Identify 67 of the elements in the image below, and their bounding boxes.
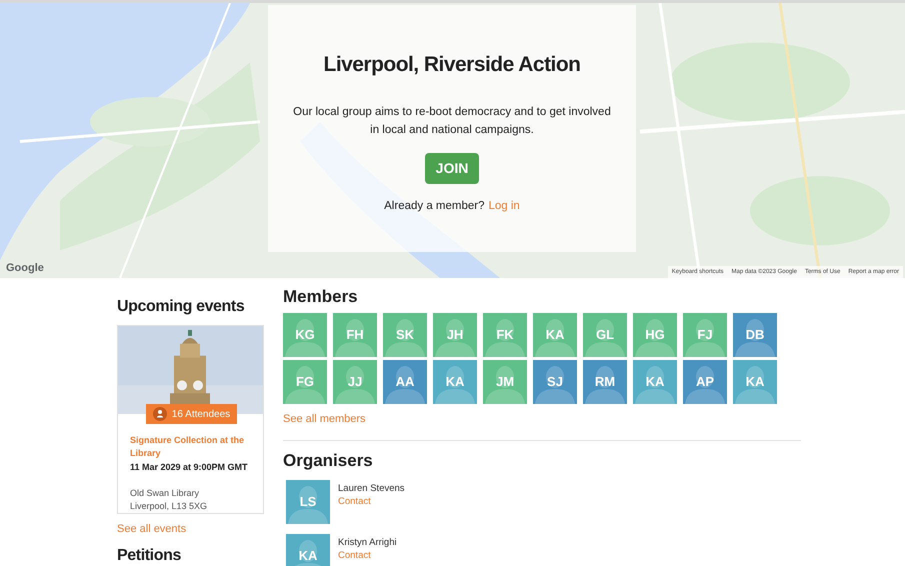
login-link[interactable]: Log in	[488, 198, 520, 215]
avatar-initials: JH	[446, 326, 464, 344]
member-avatar[interactable]: AA	[383, 360, 427, 404]
group-description: Our local group aims to re-boot democracy and to get involved in local and national campaigns.	[292, 104, 612, 138]
member-avatar[interactable]: KA	[286, 534, 330, 566]
member-avatar[interactable]: LS	[286, 480, 330, 524]
member-avatar[interactable]: JJ	[333, 360, 377, 404]
see-all-events-link[interactable]: See all events	[117, 521, 264, 538]
avatar-initials: LS	[300, 492, 316, 511]
section-heading: Organisers	[283, 450, 374, 472]
member-avatar[interactable]: DB	[733, 313, 777, 357]
member-avatar[interactable]: FH	[333, 313, 377, 357]
section-heading: Upcoming events	[117, 297, 246, 317]
avatar-initials: AP	[696, 373, 714, 392]
member-avatar[interactable]: GL	[583, 313, 627, 357]
person-icon	[152, 407, 167, 421]
avatar-initials: FG	[296, 373, 314, 392]
member-avatar[interactable]: AP	[683, 360, 727, 404]
member-avatar[interactable]: FG	[283, 360, 327, 404]
avatar-initials: HG	[645, 326, 665, 344]
see-all-members-link[interactable]: See all members	[283, 411, 801, 428]
avatar-initials: KA	[546, 326, 564, 344]
member-avatar[interactable]: FK	[483, 313, 527, 357]
attendees-count: 16 Attendees	[172, 408, 230, 422]
member-avatar[interactable]: KA	[533, 313, 577, 357]
member-avatar[interactable]: SK	[383, 313, 427, 357]
avatar-initials: FH	[346, 326, 364, 344]
avatar-initials: KA	[646, 373, 664, 392]
avatar-initials: GL	[596, 326, 614, 344]
avatar-initials: JM	[496, 373, 514, 392]
avatar-initials: JJ	[348, 373, 362, 392]
event-address: Liverpool, L13 5XG	[130, 500, 208, 513]
event-card[interactable]: 16 Attendees Signature Collection at the Library 11 Mar 2029 at 9:00PM GMT Old Swan Library Liverpool, L13 5XG	[117, 325, 264, 514]
avatar-initials: FJ	[697, 326, 713, 344]
event-title[interactable]: Signature Collection at the Library	[130, 434, 251, 460]
avatar-initials: SK	[396, 326, 414, 344]
event-venue: Old Swan Library	[130, 487, 200, 500]
event-date: 11 Mar 2029 at 9:00PM GMT	[130, 461, 249, 474]
login-prompt: Already a member?	[384, 198, 484, 214]
avatar-initials: DB	[746, 326, 764, 344]
map-logo: Google	[6, 260, 44, 276]
member-avatar[interactable]: SJ	[533, 360, 577, 404]
avatar-initials: KA	[298, 546, 318, 565]
member-avatar[interactable]: FJ	[683, 313, 727, 357]
join-button[interactable]: JOIN	[424, 152, 480, 184]
contact-link[interactable]: Contact	[338, 494, 405, 508]
avatar-initials: SJ	[547, 373, 563, 392]
member-avatar[interactable]: KA	[733, 360, 777, 404]
avatar-initials: FK	[496, 326, 514, 344]
section-heading: Members	[283, 286, 359, 308]
avatar-initials: AA	[396, 373, 414, 392]
member-avatar[interactable]: RM	[583, 360, 627, 404]
avatar-initials: RM	[594, 373, 616, 392]
organiser-name: Kristyn Arrighi	[338, 536, 397, 548]
member-avatar[interactable]: JM	[483, 360, 527, 404]
avatar-initials: KA	[446, 373, 464, 392]
member-avatar[interactable]: JH	[433, 313, 477, 357]
member-avatar[interactable]: KA	[433, 360, 477, 404]
section-heading: Petitions	[117, 546, 182, 566]
avatar-initials: KG	[295, 326, 315, 344]
contact-link[interactable]: Contact	[338, 548, 397, 562]
member-avatar[interactable]: KA	[633, 360, 677, 404]
organiser-name: Lauren Stevens	[338, 482, 405, 494]
group-title: Liverpool, Riverside Action	[324, 52, 580, 78]
member-avatar[interactable]: KG	[283, 313, 327, 357]
member-avatar[interactable]: HG	[633, 313, 677, 357]
avatar-initials: KA	[746, 373, 764, 392]
